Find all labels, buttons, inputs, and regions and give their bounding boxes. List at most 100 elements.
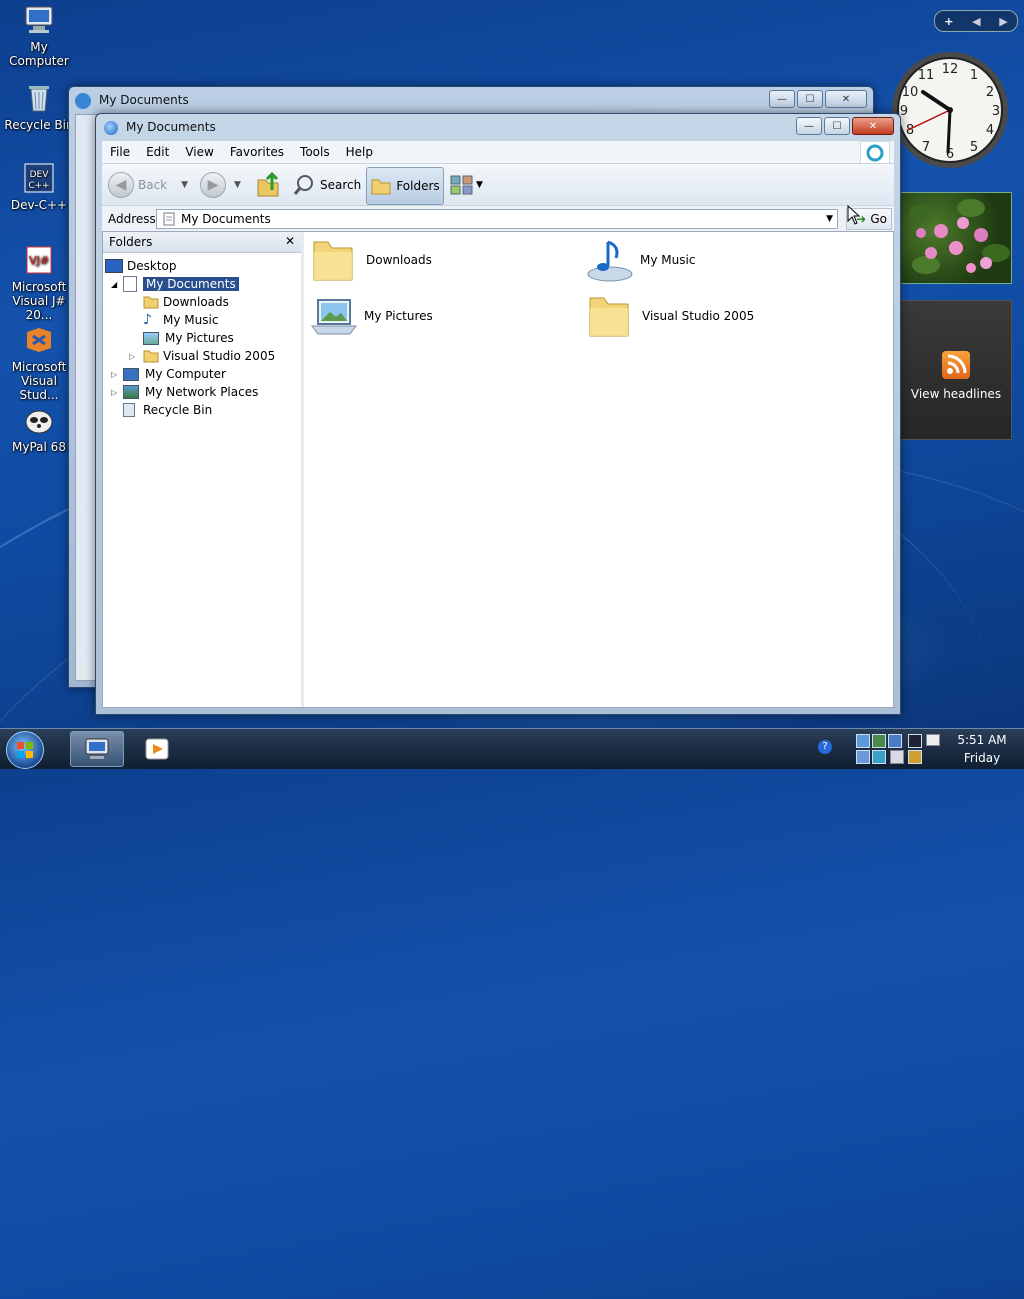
tray-icon-network[interactable] (856, 734, 870, 748)
system-tray (854, 733, 944, 765)
file-item-downloads[interactable]: Downloads (310, 236, 432, 284)
taskbar: ? 5:51 AM Friday (0, 728, 1024, 769)
back-button[interactable]: ◀ Back ▼ (108, 170, 188, 200)
desktop-icon-my-computer[interactable]: My Computer (0, 4, 78, 68)
tree-item-my-computer[interactable]: ▷ My Computer (111, 365, 226, 383)
minimize-button[interactable]: — (796, 117, 822, 135)
sidebar-toolbar: + ◀ ▶ (934, 10, 1018, 32)
address-dropdown-icon[interactable]: ▼ (826, 214, 833, 224)
close-button[interactable]: ✕ (825, 90, 867, 108)
folders-button[interactable]: Folders (366, 167, 444, 205)
tree-item-my-pictures[interactable]: My Pictures (143, 329, 234, 347)
tree-item-downloads[interactable]: Downloads (143, 293, 229, 311)
folder-icon (143, 296, 159, 309)
feed-gadget[interactable]: View headlines (900, 300, 1012, 440)
tree-item-my-music[interactable]: ♪ My Music (143, 311, 218, 329)
file-item-my-music[interactable]: My Music (586, 236, 695, 284)
svg-text:1: 1 (970, 68, 978, 83)
up-folder-button[interactable] (254, 170, 282, 200)
tray-icon-display[interactable] (872, 734, 886, 748)
file-item-visual-studio[interactable]: Visual Studio 2005 (586, 292, 754, 340)
taskbar-button-explorer[interactable] (70, 731, 124, 767)
tree-item-desktop[interactable]: Desktop (105, 257, 177, 275)
ie-logo-icon (75, 93, 91, 109)
tree-item-my-documents[interactable]: ◢ My Documents (111, 275, 239, 293)
views-icon (450, 175, 473, 195)
clock[interactable]: 5:51 AM Friday (950, 731, 1014, 767)
views-button[interactable]: ▼ (450, 172, 483, 198)
computer-icon (85, 738, 109, 759)
forward-dropdown-icon[interactable]: ▼ (234, 180, 241, 190)
tray-icon-devices[interactable] (888, 734, 902, 748)
clock-day: Friday (963, 751, 1001, 765)
maximize-button[interactable]: ☐ (824, 117, 850, 135)
search-label: Search (320, 178, 362, 192)
desktop-icon-dev-cpp[interactable]: DEV C++ Dev-C++ (0, 162, 78, 212)
tray-icon-computer[interactable] (856, 750, 870, 764)
next-icon[interactable]: ▶ (999, 15, 1007, 28)
explorer-content: Folders ✕ Desktop ◢ My Documents Downloa… (102, 231, 894, 708)
throbber-icon (860, 141, 890, 165)
help-icon[interactable]: ? (818, 740, 832, 754)
recycle-bin-icon (23, 82, 55, 114)
search-icon (293, 175, 313, 195)
pictures-folder-icon (311, 299, 357, 335)
tree-item-recycle-bin[interactable]: Recycle Bin (123, 401, 212, 419)
forward-arrow-icon: ▶ (200, 172, 226, 198)
my-documents-window[interactable]: My Documents — ☐ ✕ File Edit View Favori… (95, 113, 901, 715)
folder-icon (371, 179, 391, 195)
clock-time: 5:51 AM (957, 733, 1007, 747)
views-dropdown-icon: ▼ (476, 180, 483, 190)
taskbar-button-media[interactable] (140, 733, 174, 765)
menu-file[interactable]: File (102, 145, 138, 159)
expand-arrow-icon[interactable]: ▷ (111, 388, 123, 397)
desktop-icon-recycle-bin[interactable]: Recycle Bin (0, 82, 78, 132)
tree-item-my-network-places[interactable]: ▷ My Network Places (111, 383, 258, 401)
tray-icon-search[interactable] (908, 750, 922, 764)
slideshow-gadget[interactable] (900, 192, 1012, 284)
expand-arrow-icon[interactable]: ▷ (111, 370, 123, 379)
file-item-my-pictures[interactable]: My Pictures (310, 292, 433, 340)
tray-icon-mail[interactable] (926, 734, 940, 746)
svg-text:3: 3 (992, 104, 1000, 119)
desktop-icon-visual-studio[interactable]: Microsoft Visual Stud... (0, 324, 78, 402)
desktop-icon-visual-jsharp[interactable]: VJ# Microsoft Visual J# 20... (0, 244, 78, 322)
tree-item-visual-studio[interactable]: ▷ Visual Studio 2005 (129, 347, 275, 365)
documents-icon (123, 276, 137, 292)
search-button[interactable]: Search (292, 170, 361, 200)
folder-icon (589, 297, 629, 337)
visual-studio-icon (23, 324, 55, 356)
svg-text:4: 4 (986, 123, 994, 138)
menu-edit[interactable]: Edit (138, 145, 177, 159)
maximize-button[interactable]: ☐ (797, 90, 823, 108)
svg-text:12: 12 (942, 62, 959, 77)
tray-icon-sync[interactable] (872, 750, 886, 764)
address-input[interactable]: My Documents ▼ (156, 209, 838, 229)
close-pane-icon[interactable]: ✕ (285, 234, 295, 248)
forward-button[interactable]: ▶ ▼ (200, 170, 241, 200)
folders-pane-title: Folders (109, 235, 153, 249)
collapse-arrow-icon[interactable]: ◢ (111, 280, 123, 289)
media-player-icon (145, 738, 169, 760)
minimize-button[interactable]: — (769, 90, 795, 108)
computer-icon (23, 4, 55, 36)
tray-icon-volume[interactable] (890, 750, 904, 764)
start-button[interactable] (6, 731, 44, 769)
mypal-icon (23, 404, 55, 436)
ie-logo-icon (104, 121, 118, 135)
desktop-icon-mypal[interactable]: MyPal 68 (0, 404, 78, 454)
back-label: Back (138, 178, 168, 192)
close-button[interactable]: ✕ (852, 117, 894, 135)
add-gadget-icon[interactable]: + (944, 15, 953, 28)
expand-arrow-icon[interactable]: ▷ (129, 352, 143, 361)
document-folder-icon (163, 212, 175, 226)
menu-help[interactable]: Help (338, 145, 381, 159)
prev-icon[interactable]: ◀ (972, 15, 980, 28)
menu-view[interactable]: View (177, 145, 221, 159)
windows-logo-icon (17, 742, 33, 758)
feed-label: View headlines (910, 387, 1002, 401)
tray-icon-monitor[interactable] (908, 734, 922, 748)
menu-tools[interactable]: Tools (292, 145, 338, 159)
menu-favorites[interactable]: Favorites (222, 145, 292, 159)
back-dropdown-icon[interactable]: ▼ (181, 180, 188, 190)
